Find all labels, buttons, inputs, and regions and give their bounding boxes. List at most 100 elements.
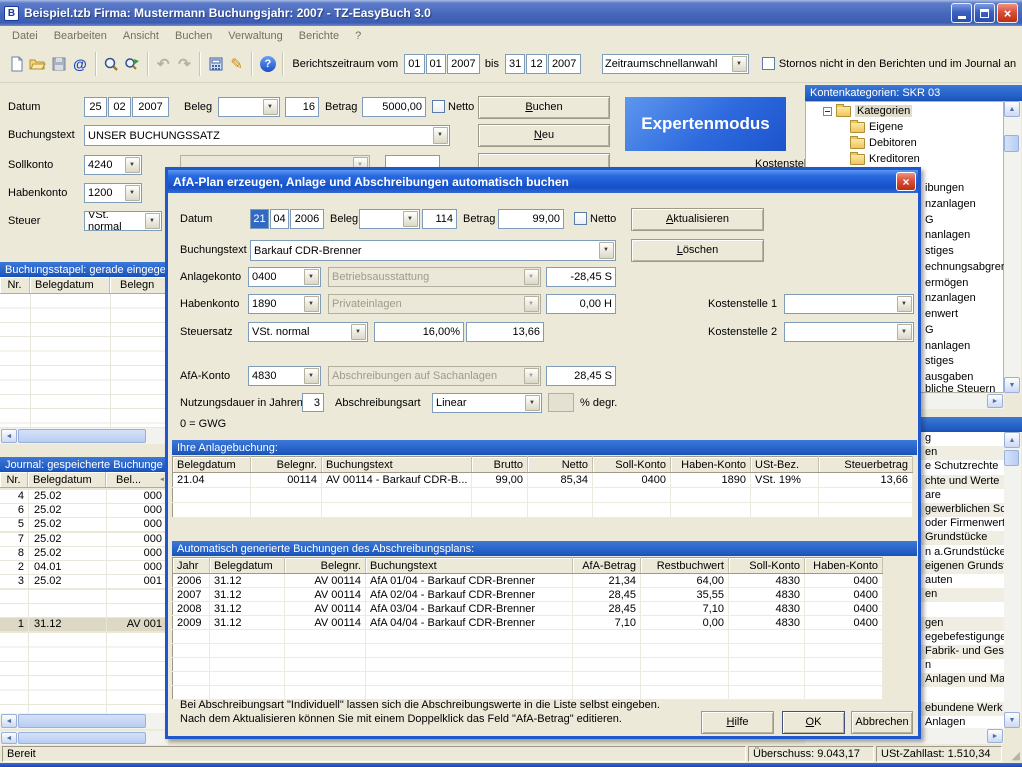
col-nr[interactable]: Nr.: [0, 472, 28, 487]
tree-item-partial[interactable]: ibungen: [925, 182, 964, 194]
col-belegdatum[interactable]: Belegdatum: [30, 277, 110, 293]
chevron-down-icon[interactable]: [599, 242, 614, 259]
tree-item-partial[interactable]: ermögen: [925, 277, 968, 289]
table-row[interactable]: 200931.12AV 00114AfA 04/04 - Barkauf CDR…: [173, 616, 883, 630]
dlg-habenkonto-combo[interactable]: 1890: [248, 294, 321, 314]
chevron-down-icon[interactable]: [732, 56, 747, 72]
chevron-down-icon[interactable]: [125, 157, 140, 173]
afakonto-combo[interactable]: 4830: [248, 366, 321, 386]
search-refresh-icon[interactable]: [122, 52, 143, 76]
buchen-button[interactable]: Buchen: [478, 96, 610, 119]
buchungstext-combo[interactable]: UNSER BUCHUNGSSATZ: [84, 125, 450, 146]
save-icon[interactable]: [48, 52, 69, 76]
col-belegdatum[interactable]: Belegdatum: [28, 472, 106, 487]
period-to-day[interactable]: 31: [505, 54, 525, 74]
chevron-down-icon[interactable]: [897, 296, 912, 312]
journal-row[interactable]: 204.01000: [0, 561, 166, 575]
chevron-down-icon[interactable]: [304, 368, 319, 384]
tree-item-kreditoren[interactable]: Kreditoren: [850, 153, 920, 165]
journal-row[interactable]: 425.02000: [0, 490, 166, 504]
scroll-left-icon[interactable]: ◄: [1, 429, 17, 443]
quick-select-combo[interactable]: Zeitraumschnellanwahl: [602, 54, 749, 74]
search-icon[interactable]: [101, 52, 122, 76]
menu-datei[interactable]: Datei: [4, 28, 46, 44]
dlg-datum-day-field[interactable]: 21: [250, 209, 269, 229]
steuer-combo[interactable]: VSt. normal: [84, 211, 162, 231]
help-icon[interactable]: ?: [257, 52, 278, 76]
tree-item-partial[interactable]: G: [925, 214, 934, 226]
open-file-icon[interactable]: [27, 52, 48, 76]
menu-bearbeiten[interactable]: Bearbeiten: [46, 28, 115, 44]
betrag-field[interactable]: 5000,00: [362, 97, 426, 117]
journal-row-selected[interactable]: 131.12AV 001: [0, 618, 166, 632]
minimize-button[interactable]: [951, 3, 972, 23]
scroll-left-icon[interactable]: ◄: [1, 714, 17, 728]
tree-collapse-icon[interactable]: [823, 107, 832, 116]
chevron-down-icon[interactable]: [897, 324, 912, 340]
new-document-icon[interactable]: [6, 52, 27, 76]
journal-row[interactable]: 625.02000: [0, 504, 166, 518]
scroll-up-icon[interactable]: ▲: [1004, 432, 1020, 448]
stack-hscrollbar[interactable]: ◄: [0, 428, 168, 444]
abschreibungsart-combo[interactable]: Linear: [432, 393, 542, 413]
journal-row[interactable]: [0, 604, 166, 618]
tree-item-partial[interactable]: bliche Steuern: [925, 383, 995, 393]
anlagekonto-combo[interactable]: 0400: [248, 267, 321, 287]
edit-pencil-icon[interactable]: ✎: [226, 52, 247, 76]
dlg-beleg-nr-field[interactable]: 114: [422, 209, 457, 229]
dlg-datum-month-field[interactable]: 04: [270, 209, 289, 229]
journal-row[interactable]: [0, 590, 166, 604]
scroll-down-icon[interactable]: ▼: [1004, 712, 1020, 728]
kostenstelle2-combo[interactable]: [784, 322, 914, 342]
scroll-thumb[interactable]: [18, 429, 146, 443]
tree-item-debitoren[interactable]: Debitoren: [850, 137, 917, 149]
nutzungsdauer-field[interactable]: 3: [302, 393, 324, 412]
table-row[interactable]: 200731.12AV 00114AfA 02/04 - Barkauf CDR…: [173, 588, 883, 602]
redo-icon[interactable]: ↷: [174, 52, 195, 76]
dlg-datum-year-field[interactable]: 2006: [290, 209, 324, 229]
maximize-button[interactable]: [974, 3, 995, 23]
netto-checkbox[interactable]: [432, 100, 445, 113]
menu-hilfe[interactable]: ?: [347, 28, 369, 44]
chevron-down-icon[interactable]: [525, 395, 540, 411]
resize-grip[interactable]: ◢: [1004, 746, 1020, 762]
habenkonto-combo[interactable]: 1200: [84, 183, 142, 203]
chevron-down-icon[interactable]: [263, 99, 278, 115]
period-to-month[interactable]: 12: [526, 54, 546, 74]
dialog-close-icon[interactable]: ×: [896, 172, 916, 191]
chevron-down-icon[interactable]: [125, 185, 140, 201]
abbrechen-button[interactable]: Abbrechen: [851, 711, 913, 734]
close-button[interactable]: ×: [997, 3, 1018, 23]
tree-item-partial[interactable]: nzanlagen: [925, 292, 976, 304]
chevron-down-icon[interactable]: [145, 213, 160, 229]
journal-row[interactable]: 725.02000: [0, 533, 166, 547]
col-belegnr[interactable]: Belegn: [110, 277, 168, 293]
col-nr[interactable]: Nr.: [0, 277, 30, 293]
kontenliste-vscrollbar[interactable]: ▲ ▼: [1004, 432, 1021, 728]
scroll-thumb[interactable]: [1004, 135, 1019, 152]
period-from-month[interactable]: 01: [426, 54, 446, 74]
tree-item-kategorien[interactable]: Kategorien: [823, 105, 912, 117]
kostenstelle1-combo[interactable]: [784, 294, 914, 314]
ok-button[interactable]: OK: [782, 711, 845, 734]
tree-item-partial[interactable]: G: [925, 324, 934, 336]
tree-item-partial[interactable]: nanlagen: [925, 340, 970, 352]
tree-item-partial[interactable]: nanlagen: [925, 229, 970, 241]
period-from-day[interactable]: 01: [404, 54, 424, 74]
scroll-left-icon[interactable]: ◄: [1, 732, 17, 744]
tree-item-partial[interactable]: stiges: [925, 355, 954, 367]
aktualisieren-button[interactable]: Aktualisieren: [631, 208, 764, 231]
table-row[interactable]: 200631.12AV 00114AfA 01/04 - Barkauf CDR…: [173, 574, 883, 588]
chevron-down-icon[interactable]: [304, 296, 319, 312]
scroll-right-icon[interactable]: ►: [987, 394, 1003, 408]
journal-row[interactable]: 825.02000: [0, 547, 166, 561]
expertenmodus-button[interactable]: Expertenmodus: [625, 97, 786, 151]
tree-item-partial[interactable]: ausgaben: [925, 371, 973, 383]
tree-item-partial[interactable]: echnungsabgrer: [925, 261, 1005, 273]
stack-table-body[interactable]: [0, 294, 168, 427]
scroll-up-icon[interactable]: ▲: [1004, 101, 1020, 117]
menu-ansicht[interactable]: Ansicht: [115, 28, 167, 44]
period-to-year[interactable]: 2007: [548, 54, 581, 74]
tree-item-partial[interactable]: enwert: [925, 308, 958, 320]
beleg-combo[interactable]: [218, 97, 280, 117]
